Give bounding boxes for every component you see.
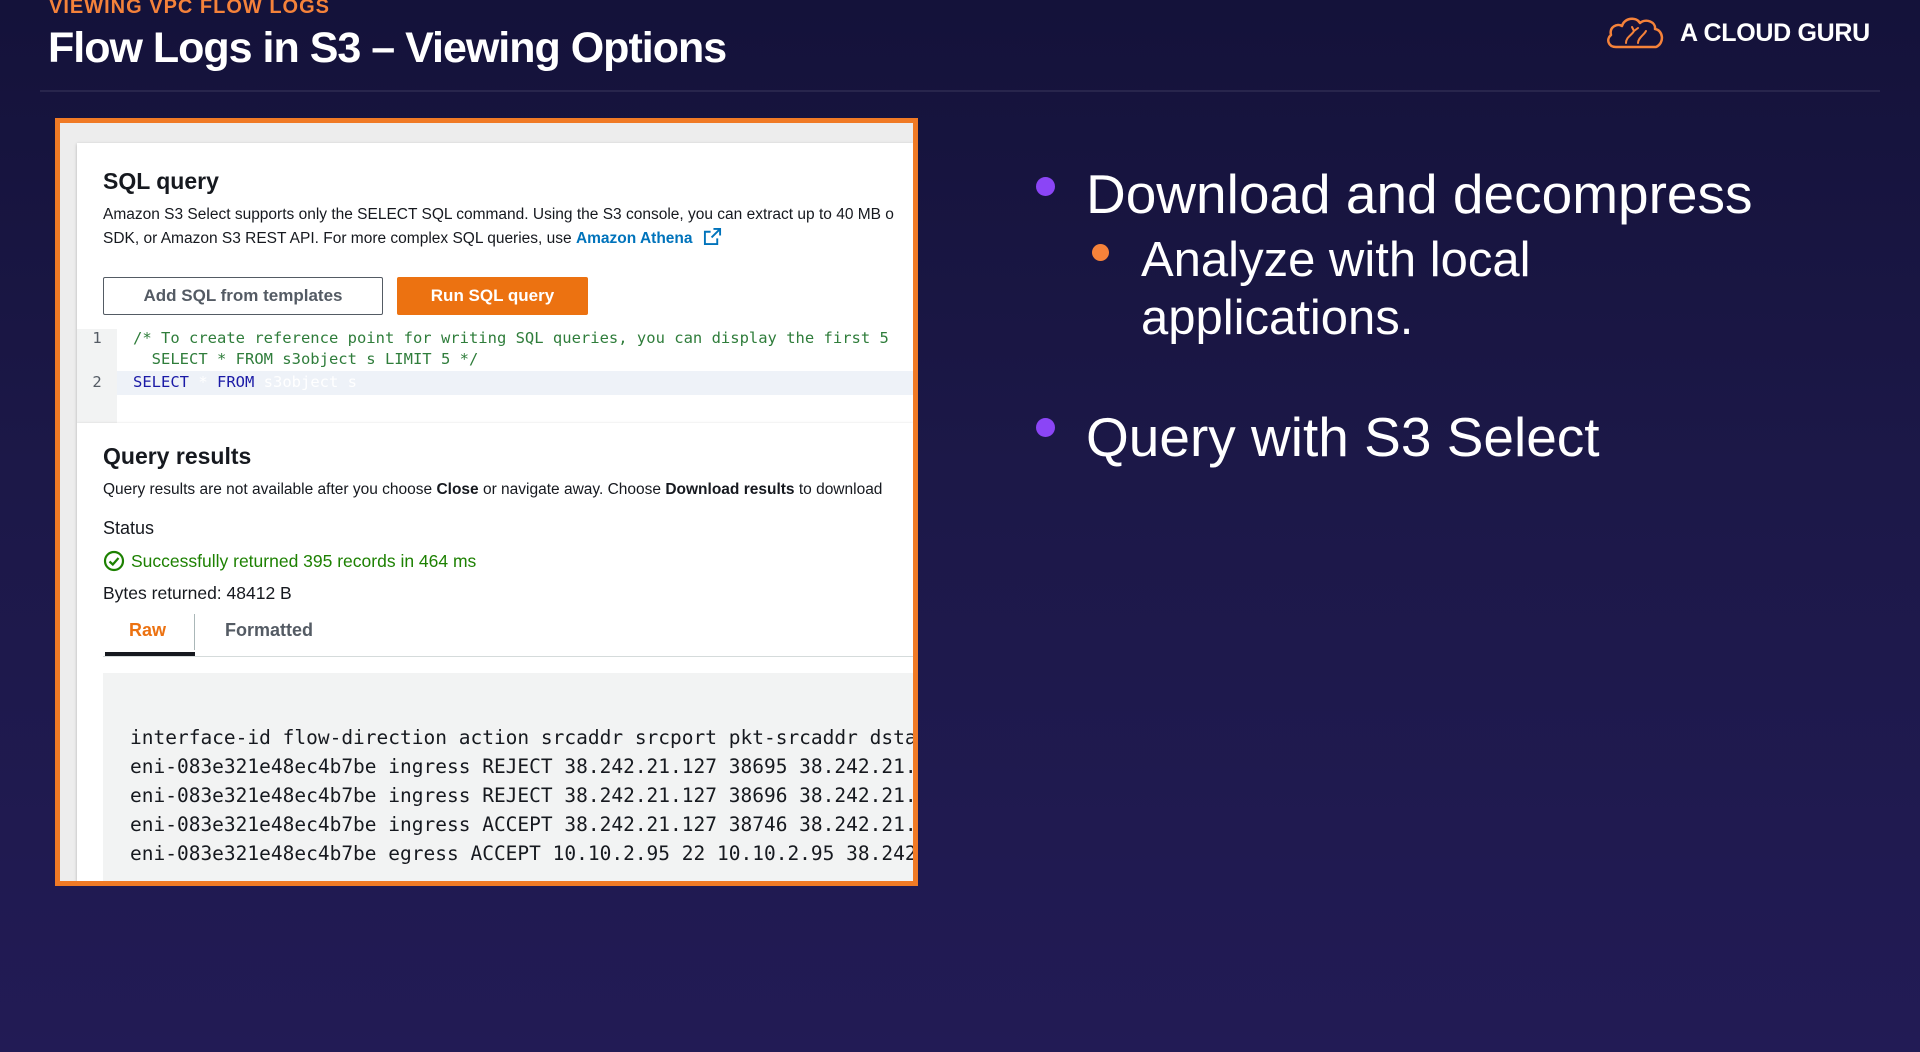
bullet-dot-3: [1036, 418, 1055, 437]
output-line: eni-083e321e48ec4b7be ingress REJECT 38.…: [130, 755, 918, 778]
bullet-query: Query with S3 Select: [1086, 406, 1600, 468]
results-desc-close: Close: [436, 481, 479, 498]
sql-query-description-2: SDK, or Amazon S3 REST API. For more com…: [103, 227, 722, 248]
bullet-download: Download and decompress: [1086, 163, 1753, 225]
bullet-dot-2: [1092, 244, 1109, 261]
sql-editor[interactable]: 1 2 /* To create reference point for wri…: [77, 329, 913, 423]
line-number-1: 1: [92, 329, 102, 347]
tab-formatted[interactable]: Formatted: [225, 620, 313, 641]
kw-select: SELECT: [133, 373, 189, 391]
bullet-analyze: Analyze with local applications.: [1141, 231, 1530, 347]
tab-separator: [194, 614, 195, 650]
check-circle-icon: [103, 550, 125, 572]
raw-output: interface-id flow-direction action srcad…: [103, 673, 913, 881]
sql-query-card: SQL query Amazon S3 Select supports only…: [77, 143, 913, 423]
s3-select-screenshot: SQL query Amazon S3 Select supports only…: [55, 118, 918, 886]
results-tabs: Raw Formatted: [103, 608, 913, 657]
results-desc-mid: or navigate away. Choose: [478, 481, 666, 498]
external-link-icon: [703, 227, 721, 246]
bullet-analyze-line1: Analyze with local: [1141, 233, 1531, 287]
kw-from: FROM: [217, 373, 255, 391]
status-success: Successfully returned 395 records in 464…: [103, 550, 476, 572]
success-message: Successfully returned 395 records in 464…: [131, 550, 477, 571]
bullet-analyze-line2: applications.: [1141, 291, 1414, 345]
bullet-dot-1: [1036, 177, 1055, 196]
add-sql-templates-button[interactable]: Add SQL from templates: [103, 277, 383, 315]
results-desc-download: Download results: [665, 481, 795, 498]
query-results-description: Query results are not available after yo…: [103, 481, 882, 499]
bytes-returned: Bytes returned: 48412 B: [103, 583, 292, 603]
amazon-athena-link[interactable]: Amazon Athena: [576, 230, 693, 247]
slide-title: Flow Logs in S3 – Viewing Options: [48, 24, 727, 72]
brand-logo: A CLOUD GURU: [1604, 10, 1884, 56]
sql-desc-prefix: SDK, or Amazon S3 REST API. For more com…: [103, 230, 576, 247]
code-star: *: [189, 373, 217, 391]
sql-query-title: SQL query: [103, 168, 219, 194]
cloud-brain-logo-icon: [1607, 17, 1664, 49]
query-results-card: Query results Query results are not avai…: [77, 423, 913, 881]
status-label: Status: [103, 518, 155, 538]
results-desc-suffix: to download: [794, 481, 883, 498]
code-comment-1: /* To create reference point for writing…: [133, 329, 889, 347]
output-line: eni-083e321e48ec4b7be ingress ACCEPT 38.…: [130, 813, 918, 836]
tab-active-indicator: [105, 652, 195, 656]
line-number-2: 2: [92, 373, 102, 391]
code-comment-2: SELECT * FROM s3object s LIMIT 5 */: [133, 350, 479, 368]
title-divider: [40, 90, 1880, 92]
output-line: eni-083e321e48ec4b7be egress ACCEPT 10.1…: [130, 842, 918, 865]
results-desc-prefix: Query results are not available after yo…: [103, 481, 437, 498]
query-results-title: Query results: [103, 443, 252, 469]
code-line-2: SELECT * FROM s3object s: [133, 373, 357, 391]
run-sql-query-button[interactable]: Run SQL query: [397, 277, 588, 315]
tab-raw[interactable]: Raw: [129, 620, 166, 641]
code-rest: s3object s: [254, 373, 357, 391]
brand-name: A CLOUD GURU: [1680, 18, 1870, 47]
output-line: interface-id flow-direction action srcad…: [130, 726, 918, 749]
output-line: eni-083e321e48ec4b7be ingress REJECT 38.…: [130, 784, 918, 807]
eyebrow-label: VIEWING VPC FLOW LOGS: [49, 0, 330, 18]
sql-query-description-1: Amazon S3 Select supports only the SELEC…: [103, 206, 894, 223]
